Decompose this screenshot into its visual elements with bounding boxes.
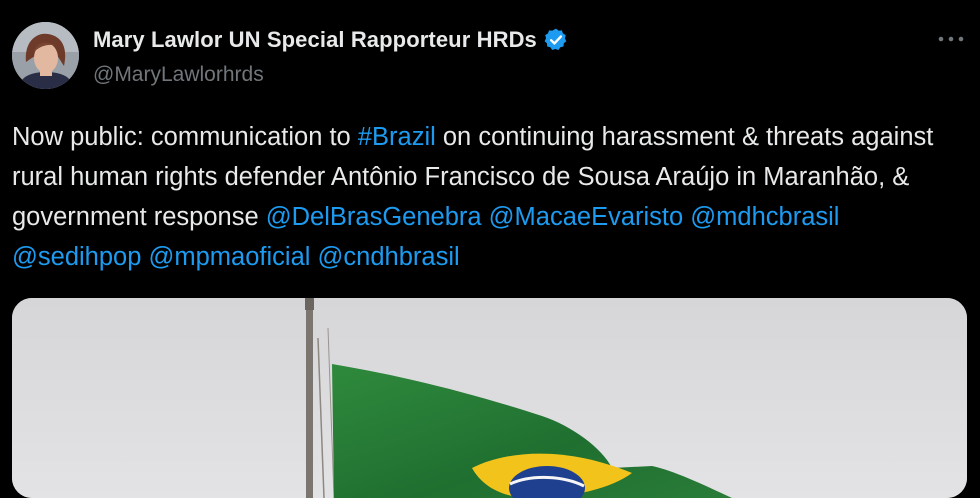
mention-link[interactable]: @DelBrasGenebra <box>266 203 482 231</box>
tweet-text-segment <box>482 203 489 231</box>
mention-link[interactable]: @mdhcbrasil <box>690 203 839 231</box>
verified-badge-icon <box>543 27 569 53</box>
mention-link[interactable]: @cndhbrasil <box>318 243 460 271</box>
author-handle[interactable]: @MaryLawlorhrds <box>93 63 264 87</box>
mention-link[interactable]: @sedihpop <box>12 243 141 271</box>
more-options-button[interactable] <box>934 24 968 54</box>
author-display-name[interactable]: Mary Lawlor UN Special Rapporteur HRDs <box>93 27 537 53</box>
tweet-text-segment: Now public: communication to <box>12 123 358 151</box>
author-name-row: Mary Lawlor UN Special Rapporteur HRDs <box>93 27 569 53</box>
tweet-text-segment <box>310 243 317 271</box>
tweet: Mary Lawlor UN Special Rapporteur HRDs @… <box>0 0 980 498</box>
mention-link[interactable]: @mpmaoficial <box>149 243 311 271</box>
profile-photo-icon <box>12 22 79 89</box>
hashtag-link[interactable]: #Brazil <box>358 123 436 151</box>
mention-link[interactable]: @MacaeEvaristo <box>489 203 684 231</box>
ellipsis-icon <box>938 36 964 42</box>
brazil-flag-photo-icon <box>12 298 967 498</box>
avatar[interactable] <box>12 22 79 89</box>
tweet-text: Now public: communication to #Brazil on … <box>12 117 972 277</box>
tweet-text-segment <box>141 243 148 271</box>
tweet-media-photo[interactable] <box>12 298 967 498</box>
